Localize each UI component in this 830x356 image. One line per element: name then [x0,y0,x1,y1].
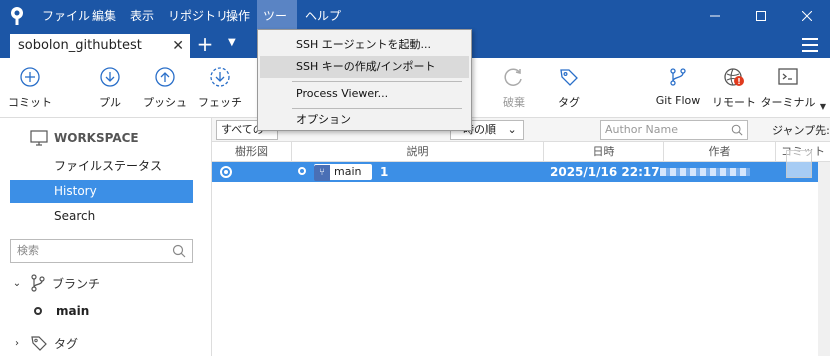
push-icon [155,67,175,87]
branch-icon [31,274,45,292]
branches-label: ブランチ [52,276,101,291]
menu-item-create-import-ssh-key[interactable]: SSH キーの作成/インポート [260,56,469,78]
add-tab-button[interactable]: + [195,34,215,56]
maximize-button[interactable] [738,0,784,32]
discard-icon [504,68,522,86]
tag-section-icon [31,336,47,351]
commit-icon [20,67,40,87]
chevron-down-icon: ⌄ [507,123,517,136]
commit-date: 2025/1/16 22:17 [550,165,660,179]
column-date[interactable]: 日時 [544,142,664,162]
vertical-scrollbar[interactable] [818,162,830,356]
terminal-button[interactable]: ターミナル [758,66,818,116]
sidebar-item-file-status[interactable]: ファイルステータス [10,155,193,178]
tab-close-icon[interactable]: ✕ [172,34,184,58]
gitflow-label: Git Flow [655,94,701,107]
current-branch-indicator [34,307,42,315]
sidebar-branch-main-label: main [56,304,90,318]
monitor-icon [30,130,48,146]
remote-button[interactable]: リモート [704,66,764,116]
tools-menu-dropdown: SSH エージェントを起動... SSH キーの作成/インポート Process… [257,29,472,131]
hamburger-menu-icon[interactable] [802,38,818,52]
sidebar-search-placeholder: 検索 [17,244,39,257]
maximize-icon [756,11,766,21]
fetch-label: フェッチ [198,96,242,109]
remote-icon [724,68,744,86]
author-filter-input[interactable]: Author Name [600,120,748,140]
app-logo [11,7,23,25]
remote-label: リモート [712,96,756,109]
table-row[interactable]: ⑂ main 1 2025/1/16 22:17 [212,162,830,182]
minimize-button[interactable] [692,0,738,32]
menu-separator [292,81,462,82]
sidebar-search-input[interactable]: 検索 [10,239,193,263]
sidebar-item-search[interactable]: Search [10,205,193,228]
menu-edit[interactable]: 編集 [86,0,122,32]
discard-label: 破棄 [503,96,525,109]
workspace-header: WORKSPACE [30,128,139,148]
push-label: プッシュ [143,96,187,109]
author-filter-placeholder: Author Name [605,123,678,136]
title-bar: ファイル 編集 表示 リポジトリ 操作 ツール ヘルプ [0,0,830,55]
gitflow-icon [670,68,686,86]
terminal-label: ターミナル [760,96,816,109]
graph-node [220,166,232,178]
sidebar: WORKSPACE ファイルステータス History Search 検索 ⌄ … [0,118,212,356]
tag-icon [560,69,578,86]
branch-pill-icon: ⑂ [314,165,330,181]
commit-button[interactable]: コミット [0,66,60,116]
branches-section[interactable]: ⌄ ブランチ [10,272,100,294]
push-button[interactable]: プッシュ [135,66,195,116]
chevron-right-icon[interactable]: › [10,338,24,349]
menu-help[interactable]: ヘルプ [299,0,347,32]
minimize-icon [710,15,720,17]
search-icon [731,124,743,136]
commit-author-redacted [660,168,750,176]
fetch-button[interactable]: フェッチ [190,66,250,116]
pull-icon [100,67,120,87]
gitflow-button[interactable]: Git Flow [648,66,708,116]
tags-section[interactable]: › タグ [10,332,78,354]
branch-pill-text: main [334,165,362,178]
column-description[interactable]: 説明 [292,142,544,162]
close-button[interactable] [784,0,830,32]
search-icon [172,244,186,258]
menu-item-start-ssh-agent[interactable]: SSH エージェントを起動... [260,34,469,56]
repo-tab[interactable]: sobolon_githubtest ✕ [10,34,190,58]
pull-label: プル [99,96,121,109]
close-icon [802,11,812,21]
menu-item-process-viewer[interactable]: Process Viewer... [260,83,469,105]
menu-view[interactable]: 表示 [124,0,160,32]
column-author[interactable]: 作者 [664,142,776,162]
repo-tab-label: sobolon_githubtest [18,38,142,53]
sidebar-item-history[interactable]: History [10,180,193,203]
commit-table-header: 樹形図 説明 日時 作者 コミット [212,142,830,162]
menu-item-options[interactable]: オプション [260,109,469,131]
tags-label: タグ [54,336,79,351]
chevron-down-icon[interactable]: ⌄ [10,278,24,289]
tag-label: タグ [558,96,580,109]
column-graph[interactable]: 樹形図 [212,142,292,162]
menu-actions[interactable]: 操作 [220,0,256,32]
jump-to-label: ジャンプ先: [772,124,830,137]
head-indicator [298,167,306,175]
terminal-icon [778,68,798,85]
discard-button[interactable]: 破棄 [484,66,544,116]
workspace-label: WORKSPACE [54,131,139,145]
floating-search-overlay [786,150,812,178]
commit-message: 1 [380,165,389,179]
toolbar-overflow-icon[interactable]: ▼ [820,102,826,111]
branch-label-pill[interactable]: ⑂ main [314,164,372,181]
tab-dropdown-icon[interactable]: ▼ [228,37,236,48]
tag-button[interactable]: タグ [539,66,599,116]
menu-tools[interactable]: ツール [257,0,297,55]
fetch-icon [210,67,230,87]
sidebar-branch-main[interactable]: main [34,304,89,318]
commit-label: コミット [8,96,52,109]
pull-button[interactable]: プル [80,66,140,116]
